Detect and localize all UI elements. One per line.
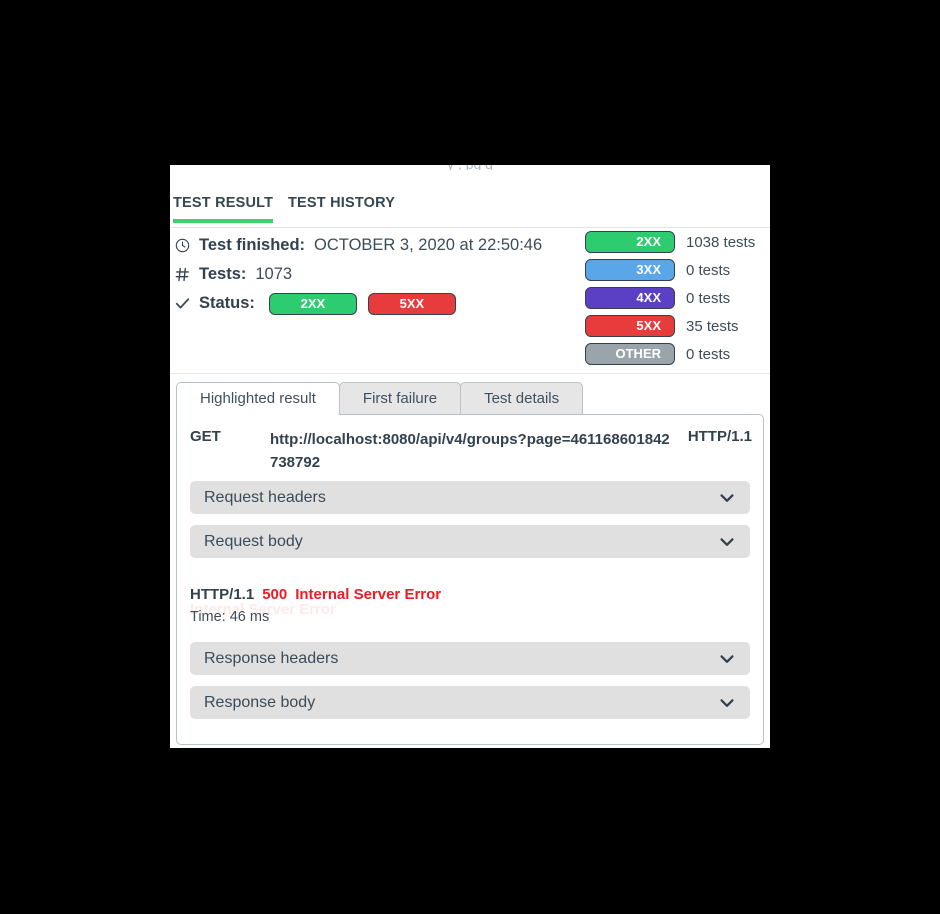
tab-highlighted-result[interactable]: Highlighted result (176, 382, 340, 415)
tab-test-details[interactable]: Test details (460, 382, 584, 415)
legend-badge-2xx: 2XX (585, 231, 675, 253)
summary-label-status: Status: (199, 294, 255, 312)
request-line: GET http://localhost:8080/api/v4/groups?… (190, 428, 752, 474)
accordion-request-body[interactable]: Request body (190, 525, 750, 558)
accordion-response-headers[interactable]: Response headers (190, 642, 750, 675)
summary-value-tests: 1073 (255, 265, 293, 283)
check-icon (175, 296, 199, 311)
legend-row: OTHER 0 tests (585, 340, 770, 368)
legend-count-3xx: 0 tests (686, 261, 731, 279)
hash-icon (175, 267, 199, 282)
chevron-down-icon[interactable] (718, 533, 736, 551)
summary-label-finished: Test finished: (199, 236, 306, 254)
accordion-request-headers-label: Request headers (204, 488, 326, 506)
tab-first-failure[interactable]: First failure (338, 382, 462, 415)
response-time: Time: 46 ms (190, 609, 270, 625)
status-class-legend: 2XX 1038 tests 3XX 0 tests 4XX 0 tests 5… (585, 228, 770, 368)
clock-icon (175, 238, 199, 253)
accordion-response-body-label: Response body (204, 693, 316, 711)
tab-test-history[interactable]: TEST HISTORY (288, 195, 395, 222)
chevron-down-icon[interactable] (718, 489, 736, 507)
legend-row: 2XX 1038 tests (585, 228, 770, 256)
legend-row: 4XX 0 tests (585, 284, 770, 312)
legend-row: 5XX 35 tests (585, 312, 770, 340)
chevron-down-icon[interactable] (718, 694, 736, 712)
legend-count-5xx: 35 tests (686, 317, 739, 335)
response-status-line: HTTP/1.1 500 Internal Server Error (190, 586, 441, 603)
tab-seam (177, 413, 336, 416)
test-summary: Test finished: OCTOBER 3, 2020 at 22:50:… (170, 228, 770, 374)
request-protocol: HTTP/1.1 (687, 428, 752, 445)
legend-row: 3XX 0 tests (585, 256, 770, 284)
summary-facts: Test finished: OCTOBER 3, 2020 at 22:50:… (175, 232, 585, 319)
summary-row-status: Status: 2XX 5XX (175, 290, 585, 317)
accordion-request-body-label: Request body (204, 532, 303, 550)
accordion-response-body[interactable]: Response body (190, 686, 750, 719)
clipped-top-text: y , pg g (170, 165, 770, 170)
legend-count-4xx: 0 tests (686, 289, 731, 307)
summary-row-finished: Test finished: OCTOBER 3, 2020 at 22:50:… (175, 232, 585, 259)
detail-card: Highlighted result First failure Test de… (176, 381, 764, 745)
test-result-window: y , pg g TEST RESULT TEST HISTORY Test f… (170, 165, 770, 748)
response-status-reason: Internal Server Error (295, 586, 442, 603)
accordion-response-headers-label: Response headers (204, 649, 339, 667)
summary-value-finished: OCTOBER 3, 2020 at 22:50:46 (314, 236, 543, 254)
summary-row-tests: Tests: 1073 (175, 261, 585, 288)
legend-badge-3xx: 3XX (585, 259, 675, 281)
legend-badge-4xx: 4XX (585, 287, 675, 309)
legend-count-other: 0 tests (686, 345, 731, 363)
status-badge-5xx: 5XX (367, 292, 456, 315)
legend-badge-5xx: 5XX (585, 315, 675, 337)
chevron-down-icon[interactable] (718, 650, 736, 668)
detail-panel: GET http://localhost:8080/api/v4/groups?… (176, 414, 764, 745)
response-protocol: HTTP/1.1 (190, 586, 255, 603)
tab-test-result[interactable]: TEST RESULT (173, 195, 274, 223)
status-badge-2xx: 2XX (268, 292, 357, 315)
status-badge-group: 2XX 5XX (268, 292, 456, 315)
legend-count-2xx: 1038 tests (686, 233, 756, 251)
top-tab-bar: TEST RESULT TEST HISTORY (170, 190, 770, 228)
accordion-request-headers[interactable]: Request headers (190, 481, 750, 514)
tab-test-history-label: TEST HISTORY (288, 195, 396, 211)
request-url: http://localhost:8080/api/v4/groups?page… (270, 431, 670, 471)
summary-label-tests: Tests: (199, 265, 247, 283)
legend-badge-other: OTHER (585, 343, 675, 365)
detail-tab-bar: Highlighted result First failure Test de… (176, 381, 584, 415)
request-method: GET (190, 428, 221, 445)
response-status-code: 500 (262, 586, 288, 603)
tab-test-result-label: TEST RESULT (173, 195, 274, 211)
